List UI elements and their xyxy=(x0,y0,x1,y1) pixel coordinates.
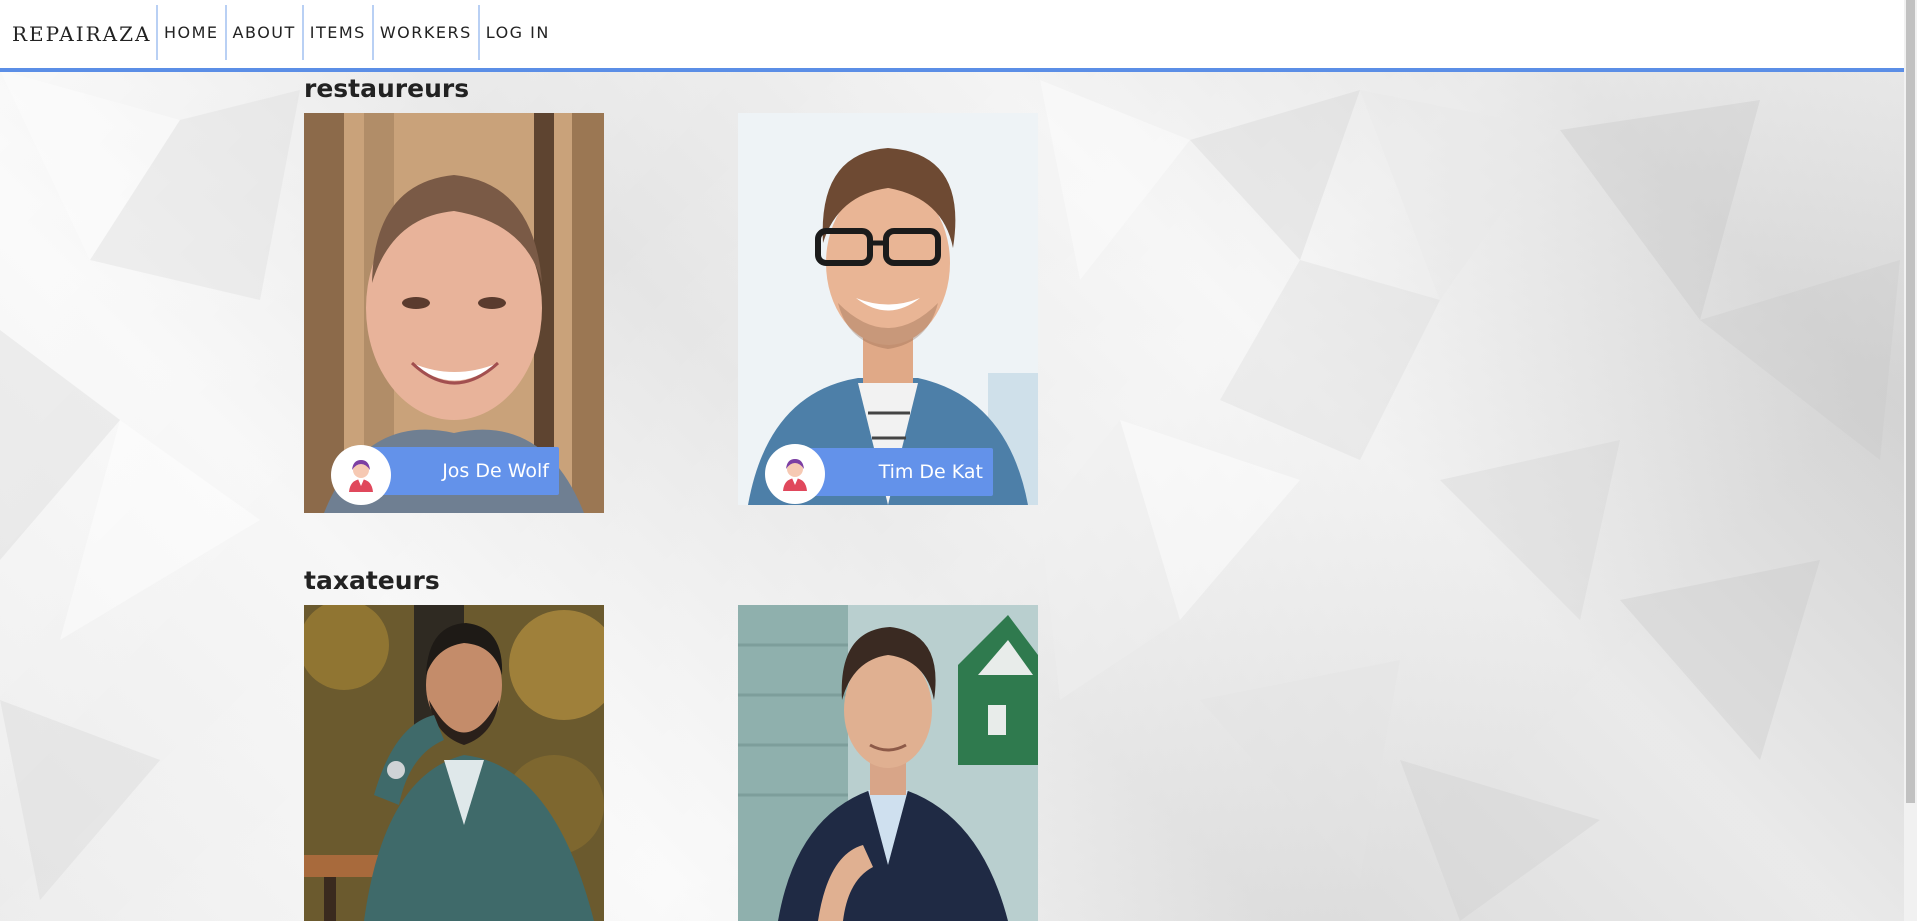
man-navy-blazer-street-photo xyxy=(738,605,1038,921)
brand-logo[interactable]: REPAIRAZA xyxy=(12,22,151,46)
worker-card[interactable]: Tim De Kat xyxy=(738,113,1038,505)
worker-avatar-icon xyxy=(765,444,825,504)
vertical-scrollbar[interactable] xyxy=(1904,0,1917,921)
nav-items-link[interactable]: ITEMS xyxy=(301,5,372,60)
main-nav: HOME ABOUT ITEMS WORKERS LOG IN xyxy=(156,5,556,60)
nav-login-link[interactable]: LOG IN xyxy=(477,5,556,60)
top-navbar: REPAIRAZA HOME ABOUT ITEMS WORKERS LOG I… xyxy=(0,0,1904,72)
worker-card[interactable] xyxy=(738,605,1038,921)
worker-card[interactable]: Jos De Wolf xyxy=(304,113,604,513)
nav-about-link[interactable]: ABOUT xyxy=(224,5,302,60)
section-title-taxateurs: taxateurs xyxy=(304,566,440,595)
section-title-restaureurs: restaureurs xyxy=(304,74,470,103)
scrollbar-thumb[interactable] xyxy=(1906,0,1915,803)
nav-home-link[interactable]: HOME xyxy=(156,5,225,60)
nav-workers-link[interactable]: WORKERS xyxy=(371,5,478,60)
worker-card[interactable] xyxy=(304,605,604,921)
worker-avatar-icon xyxy=(331,445,391,505)
bearded-man-suit-cafe-photo xyxy=(304,605,604,921)
